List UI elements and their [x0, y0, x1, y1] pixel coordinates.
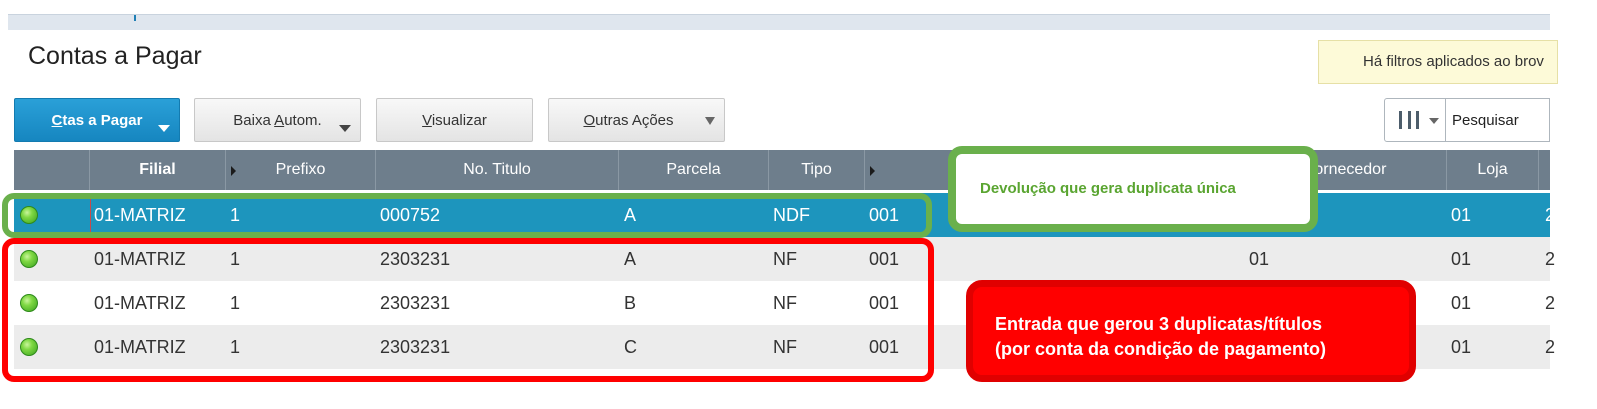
cell-parcela: C: [624, 337, 637, 357]
header-no-titulo[interactable]: No. Titulo: [376, 150, 619, 190]
status-green-icon: [20, 294, 38, 312]
callout-green: Devolução que gera duplicata única: [948, 146, 1318, 232]
status-green-icon: [20, 206, 38, 224]
table-row[interactable]: 01-MATRIZ 1 2303231 A NF 001 01 01 2: [14, 237, 1555, 281]
cell-overflow: 2: [1545, 249, 1556, 269]
cell-filial: 01-MATRIZ: [94, 293, 186, 313]
baixa-autom-button[interactable]: Baixa Autom.: [194, 98, 361, 142]
filter-notice: Há filtros aplicados ao brov: [1318, 40, 1558, 84]
top-bar-tick: [134, 15, 136, 21]
visualizar-label: Visualizar: [422, 111, 487, 129]
callout-red: Entrada que gerou 3 duplicatas/títulos (…: [966, 280, 1416, 382]
outras-acoes-label: Outras Ações: [583, 111, 674, 129]
outras-acoes-button[interactable]: Outras Ações: [548, 98, 725, 142]
columns-icon: [1399, 111, 1419, 129]
cell-filial: 01-MATRIZ: [94, 205, 186, 225]
cell-fornecedor: 01: [1249, 249, 1270, 269]
cell-prefixo: 1: [230, 249, 241, 269]
chevron-down-icon[interactable]: [705, 117, 715, 125]
cell-column-6: 001: [869, 293, 900, 313]
header-status[interactable]: [14, 150, 90, 190]
sort-marker-icon: [231, 166, 236, 176]
cell-loja: 01: [1451, 337, 1472, 357]
header-filial[interactable]: Filial: [90, 150, 226, 190]
cell-prefixo: 1: [230, 293, 241, 313]
cell-prefixo: 1: [230, 337, 241, 357]
callout-green-text: Devolução que gera duplicata única: [980, 180, 1236, 197]
search-input[interactable]: [1446, 98, 1550, 142]
grid-header: Filial Prefixo No. Titulo Parcela Tipo F…: [14, 150, 1550, 190]
chevron-down-icon[interactable]: [158, 125, 170, 132]
callout-red-line-1: Entrada que gerou 3 duplicatas/títulos: [995, 314, 1323, 334]
ctas-a-pagar-button[interactable]: Ctas a Pagar: [14, 98, 180, 142]
header-column-overflow[interactable]: [1539, 150, 1550, 190]
page-title: Contas a Pagar: [28, 42, 202, 70]
cell-loja: 01: [1451, 293, 1472, 313]
cell-column-6: 001: [869, 205, 900, 225]
callout-red-line-2: (por conta da condição de pagamento): [995, 339, 1327, 359]
cell-tipo: NF: [773, 249, 797, 269]
cell-separator: [90, 193, 91, 237]
cell-loja: 01: [1451, 205, 1472, 225]
chevron-down-icon: [1429, 118, 1439, 124]
ctas-mnemonic: C: [51, 111, 63, 129]
cell-loja: 01: [1451, 249, 1472, 269]
status-green-icon: [20, 250, 38, 268]
cell-column-6: 001: [869, 249, 900, 269]
cell-filial: 01-MATRIZ: [94, 337, 186, 357]
cell-parcela: B: [624, 293, 637, 313]
sort-marker-icon: [870, 166, 875, 176]
cell-no-titulo: 2303231: [380, 337, 451, 357]
chevron-down-icon[interactable]: [339, 125, 351, 132]
cell-overflow: 2: [1545, 205, 1556, 225]
header-prefixo[interactable]: Prefixo: [226, 150, 376, 190]
cell-overflow: 2: [1545, 337, 1556, 357]
visualizar-button[interactable]: Visualizar: [376, 98, 533, 142]
ctas-rest: tas a Pagar: [62, 111, 143, 129]
status-green-icon: [20, 338, 38, 356]
cell-no-titulo: 2303231: [380, 293, 451, 313]
cell-no-titulo: 2303231: [380, 249, 451, 269]
table-row[interactable]: 01-MATRIZ 1 000752 A NDF 001 01 2: [14, 193, 1555, 237]
cell-tipo: NF: [773, 337, 797, 357]
cell-filial: 01-MATRIZ: [94, 249, 186, 269]
cell-column-6: 001: [869, 337, 900, 357]
baixa-autom-label: Baixa Autom.: [233, 111, 322, 129]
cell-overflow: 2: [1545, 293, 1556, 313]
cell-parcela: A: [624, 205, 637, 225]
header-loja[interactable]: Loja: [1447, 150, 1539, 190]
ctas-a-pagar-label: Ctas a Pagar: [52, 112, 143, 129]
top-bar: [8, 14, 1550, 30]
header-tipo[interactable]: Tipo: [769, 150, 865, 190]
cell-parcela: A: [624, 249, 637, 269]
column-selector-button[interactable]: [1384, 98, 1446, 142]
cell-no-titulo: 000752: [380, 205, 441, 225]
cell-tipo: NDF: [773, 205, 810, 225]
cell-tipo: NF: [773, 293, 797, 313]
header-parcela[interactable]: Parcela: [619, 150, 769, 190]
cell-prefixo: 1: [230, 205, 241, 225]
